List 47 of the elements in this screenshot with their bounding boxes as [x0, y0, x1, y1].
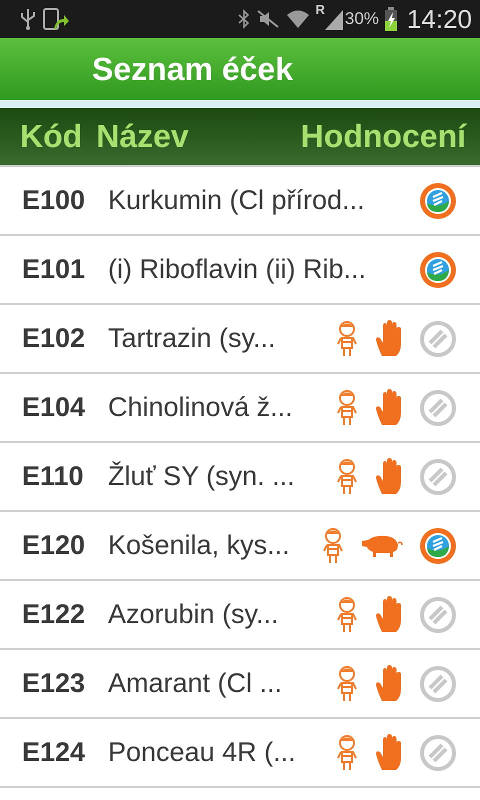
column-header: Kód: [20, 118, 82, 155]
neutral-badge-icon: [418, 388, 458, 428]
neutral-badge-icon: [418, 594, 458, 634]
additive-code: E102: [22, 323, 86, 354]
hand-icon: [374, 458, 404, 496]
additive-code: E122: [22, 599, 86, 630]
approved-badge-icon: [418, 526, 458, 566]
additive-code: E100: [22, 185, 86, 216]
additive-code: E124: [22, 737, 86, 768]
additive-name: Ponceau 4R (...: [108, 737, 297, 768]
additive-name: Košenila, kys...: [108, 530, 291, 561]
additive-code: E104: [22, 392, 86, 423]
hand-icon: [374, 320, 404, 358]
wifi-icon: [286, 8, 310, 30]
additive-name: Kurkumin (Cl přírod...: [108, 185, 366, 216]
battery-charging-icon: [384, 7, 397, 31]
additive-name: Chinolinová ž...: [108, 392, 294, 423]
additive-name: Azorubin (sy...: [108, 599, 280, 630]
battery-percent: 30%: [344, 9, 379, 29]
additive-code: E120: [22, 530, 86, 561]
neutral-badge-icon: [418, 318, 458, 358]
hand-icon: [374, 596, 404, 634]
bluetooth-icon: [238, 9, 250, 29]
column-header: Hodnocení: [300, 118, 466, 155]
app-title: Seznam éček: [92, 50, 294, 88]
approved-badge-icon: [418, 250, 458, 290]
mute-icon: [256, 9, 280, 29]
signal-icon: [324, 8, 343, 30]
additive-name: Amarant (Cl ...: [108, 668, 284, 699]
hand-icon: [374, 664, 404, 702]
additive-name: (i) Riboflavin (ii) Rib...: [108, 254, 368, 285]
additive-code: E101: [22, 254, 86, 285]
column-header: Název: [96, 118, 189, 155]
approved-badge-icon: [418, 180, 458, 220]
additive-code: E110: [22, 461, 85, 492]
hand-icon: [374, 734, 404, 772]
additive-name: Tartrazin (sy...: [108, 323, 277, 354]
hand-icon: [374, 388, 404, 426]
phone-upload-icon: [42, 7, 70, 31]
clock: 14:20: [406, 4, 472, 34]
neutral-badge-icon: [418, 664, 458, 704]
roaming-indicator: R: [316, 2, 325, 17]
neutral-badge-icon: [418, 732, 458, 772]
additive-code: E123: [22, 668, 86, 699]
usb-icon: [20, 8, 36, 30]
additive-name: Žluť SY (syn. ...: [108, 461, 296, 492]
neutral-badge-icon: [418, 456, 458, 496]
